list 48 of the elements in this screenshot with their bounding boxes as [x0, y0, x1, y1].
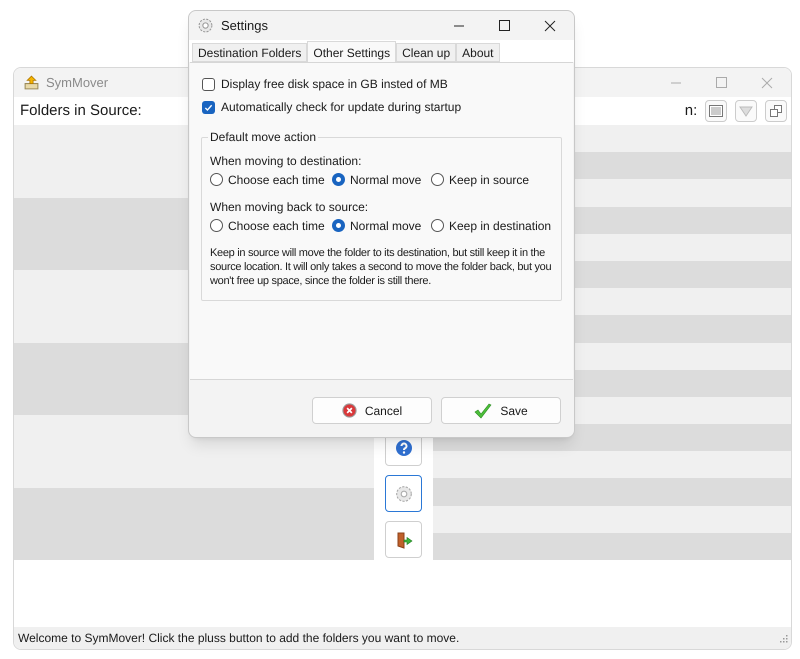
- radio-label: Choose each time: [228, 172, 325, 188]
- dialog-title: Settings: [221, 16, 268, 35]
- tab[interactable]: Destination Folders: [192, 43, 308, 62]
- help-note: Keep in source will move the folder to its destination, but still keep it in the source location. It will only takes a second to move the folder back, but you won't free up space, since the folder is still there.: [210, 246, 552, 288]
- tab[interactable]: About: [456, 43, 500, 62]
- save-button[interactable]: Save: [441, 397, 561, 424]
- select-button[interactable]: [765, 100, 787, 122]
- gear-icon: [197, 17, 214, 34]
- radio-button[interactable]: [431, 173, 444, 186]
- gear-icon: [394, 484, 412, 502]
- checkbox-label: Display free disk space in GB insted of MB: [221, 76, 448, 93]
- radio-label: Normal move: [350, 172, 422, 188]
- radio-label: Normal move: [350, 218, 422, 234]
- tab[interactable]: Clean up: [396, 43, 456, 62]
- radio-label: Choose each time: [228, 218, 325, 234]
- maximize-icon[interactable]: [499, 20, 510, 31]
- app-icon: [23, 74, 40, 91]
- checkmark-icon: [474, 402, 492, 418]
- help-icon: [394, 438, 412, 456]
- cancel-button[interactable]: Cancel: [312, 397, 432, 424]
- group-title: Default move action: [208, 130, 318, 144]
- windows-icon: [769, 104, 783, 118]
- list-icon: [709, 105, 723, 117]
- destination-header: n:: [684, 100, 698, 121]
- radio-button[interactable]: [431, 219, 444, 232]
- checkbox[interactable]: [202, 100, 215, 114]
- source-header: Folders in Source:: [20, 100, 142, 121]
- checkbox-label: Automatically check for update during startup: [221, 99, 462, 116]
- section-label: When moving back to source:: [210, 199, 370, 214]
- status-text: Welcome to SymMover! Click the pluss button to add the folders you want to move.: [18, 630, 460, 647]
- section-label: When moving to destination:: [210, 153, 362, 168]
- radio-button[interactable]: [332, 219, 345, 232]
- radio-button[interactable]: [210, 173, 223, 186]
- resize-grip-icon[interactable]: [778, 633, 788, 643]
- window-title: SymMover: [46, 74, 108, 92]
- close-icon[interactable]: [544, 20, 556, 32]
- radio-label: Keep in source: [449, 172, 530, 188]
- list-view-button[interactable]: [705, 100, 727, 122]
- door-arrow-icon: [394, 530, 412, 548]
- exit-button[interactable]: [385, 521, 422, 558]
- radio-button[interactable]: [332, 173, 345, 186]
- filter-icon: [739, 105, 753, 117]
- radio-label: Keep in destination: [449, 218, 552, 234]
- radio-button[interactable]: [210, 219, 223, 232]
- checkbox[interactable]: [202, 78, 215, 90]
- settings-button[interactable]: [385, 475, 422, 512]
- tab[interactable]: Other Settings: [307, 41, 396, 63]
- cancel-icon: [342, 403, 357, 418]
